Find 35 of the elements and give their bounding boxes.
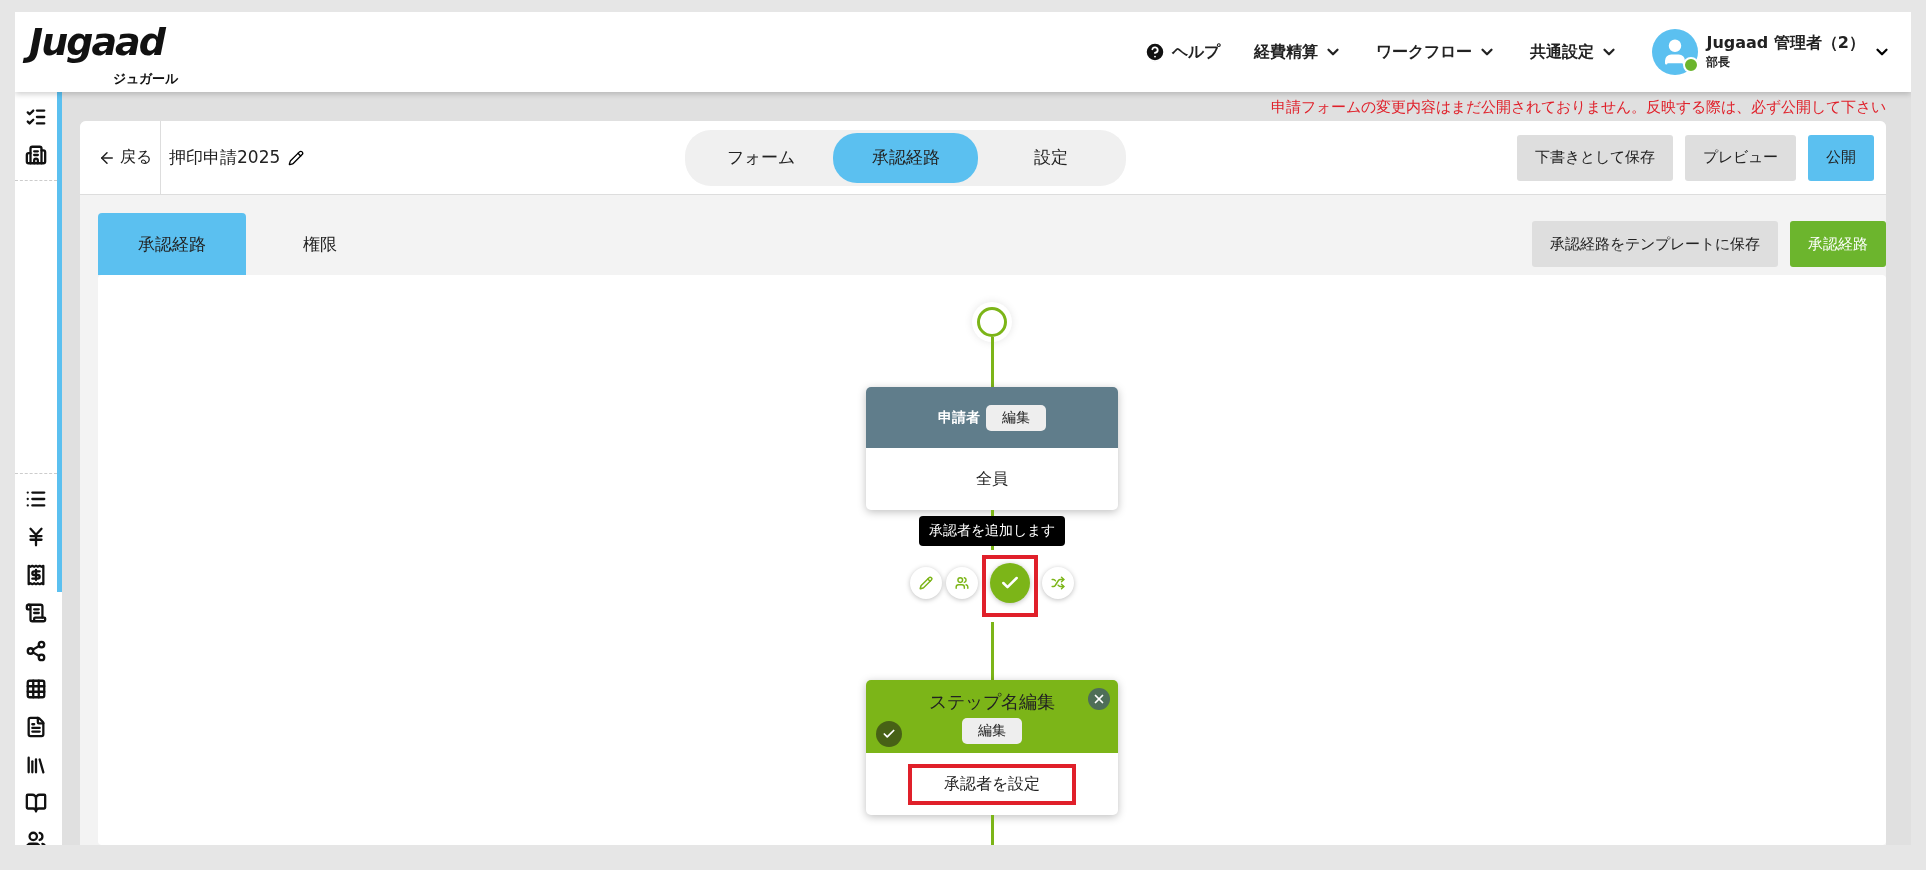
logo-subtitle: ジュガール: [112, 69, 178, 88]
form-name: 押印申請2025: [169, 146, 281, 169]
node-body-text: 全員: [975, 467, 1009, 490]
action-button[interactable]: 下書きとして保存: [1517, 134, 1673, 181]
user-role: 部長: [1706, 54, 1732, 71]
tooltip: 承認者を追加します: [919, 516, 1065, 546]
node-body-text[interactable]: 承認者を設定: [908, 763, 1076, 805]
action-button[interactable]: 公開: [1808, 134, 1874, 181]
help-icon: [1144, 41, 1167, 63]
action-button[interactable]: プレビュー: [1685, 134, 1796, 181]
user-name: Jugaad 管理者（2）: [1706, 33, 1865, 54]
nav-menu[interactable]: ワークフロー: [1376, 41, 1497, 63]
close-icon: [1092, 692, 1106, 706]
nav-menu[interactable]: 共通設定: [1530, 41, 1619, 63]
check-icon: [876, 721, 902, 747]
segment-tab[interactable]: 承認経路: [833, 132, 978, 183]
back-link[interactable]: 戻る: [80, 121, 161, 194]
edit-button[interactable]: 編集: [962, 717, 1022, 744]
segment-tab[interactable]: フォーム: [688, 132, 833, 183]
node-title: 申請者: [938, 408, 980, 427]
help-link[interactable]: ヘルプ: [1144, 41, 1221, 63]
warning-message: 申請フォームの変更内容はまだ公開されておりません。反映する際は、必ず公開して下さい: [1271, 97, 1886, 118]
close-button[interactable]: [1088, 688, 1110, 710]
step-title: ステップ名編集: [929, 689, 1055, 714]
tab[interactable]: 承認経路: [98, 213, 246, 275]
pencil-icon[interactable]: [288, 149, 305, 166]
logo-text: Jugaad: [23, 16, 178, 70]
segment-tab[interactable]: 設定: [978, 132, 1123, 183]
shuffle-icon: [1051, 576, 1065, 590]
edit-button[interactable]: 編集: [986, 404, 1046, 431]
pencil-icon: [919, 576, 933, 590]
tab[interactable]: 権限: [246, 213, 394, 275]
people-icon: [955, 576, 969, 590]
nav-menu[interactable]: 経費精算: [1254, 41, 1343, 63]
action-button[interactable]: 承認経路をテンプレートに保存: [1532, 221, 1778, 267]
